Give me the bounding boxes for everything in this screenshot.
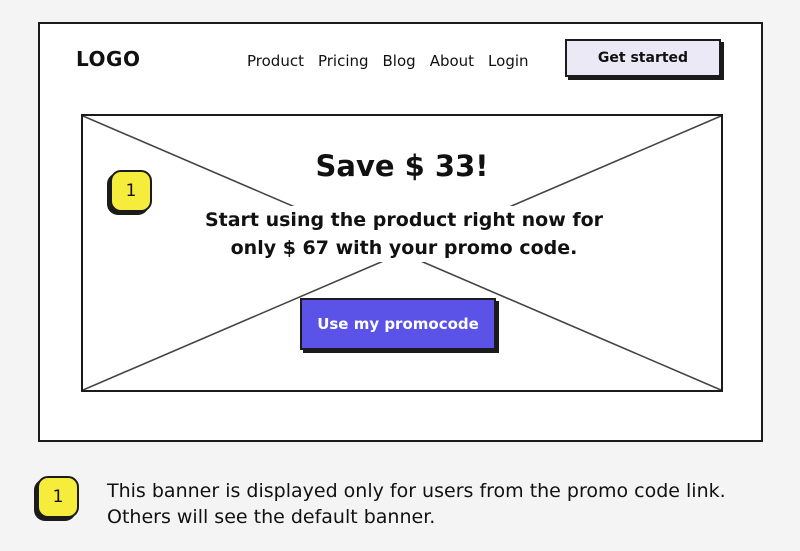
banner-headline-text: Save $ 33! <box>305 149 499 183</box>
main-nav: Product Pricing Blog About Login <box>247 52 529 70</box>
use-promocode-button[interactable]: Use my promocode <box>300 298 496 350</box>
banner-headline: Save $ 33! <box>83 149 721 183</box>
get-started-button[interactable]: Get started <box>565 39 721 77</box>
promo-banner: Save $ 33! Start using the product right… <box>81 114 723 392</box>
wireframe-frame: LOGO Product Pricing Blog About Login Ge… <box>38 22 763 442</box>
annotation-marker: 1 <box>110 170 152 212</box>
logo[interactable]: LOGO <box>76 47 140 71</box>
nav-link-blog[interactable]: Blog <box>383 52 416 70</box>
nav-link-login[interactable]: Login <box>488 52 528 70</box>
annotation-note: This banner is displayed only for users … <box>107 480 726 528</box>
nav-link-about[interactable]: About <box>430 52 474 70</box>
banner-subtext: Start using the product right now for on… <box>199 206 609 262</box>
nav-link-pricing[interactable]: Pricing <box>318 52 369 70</box>
annotation-note-marker: 1 <box>37 476 79 518</box>
nav-link-product[interactable]: Product <box>247 52 304 70</box>
